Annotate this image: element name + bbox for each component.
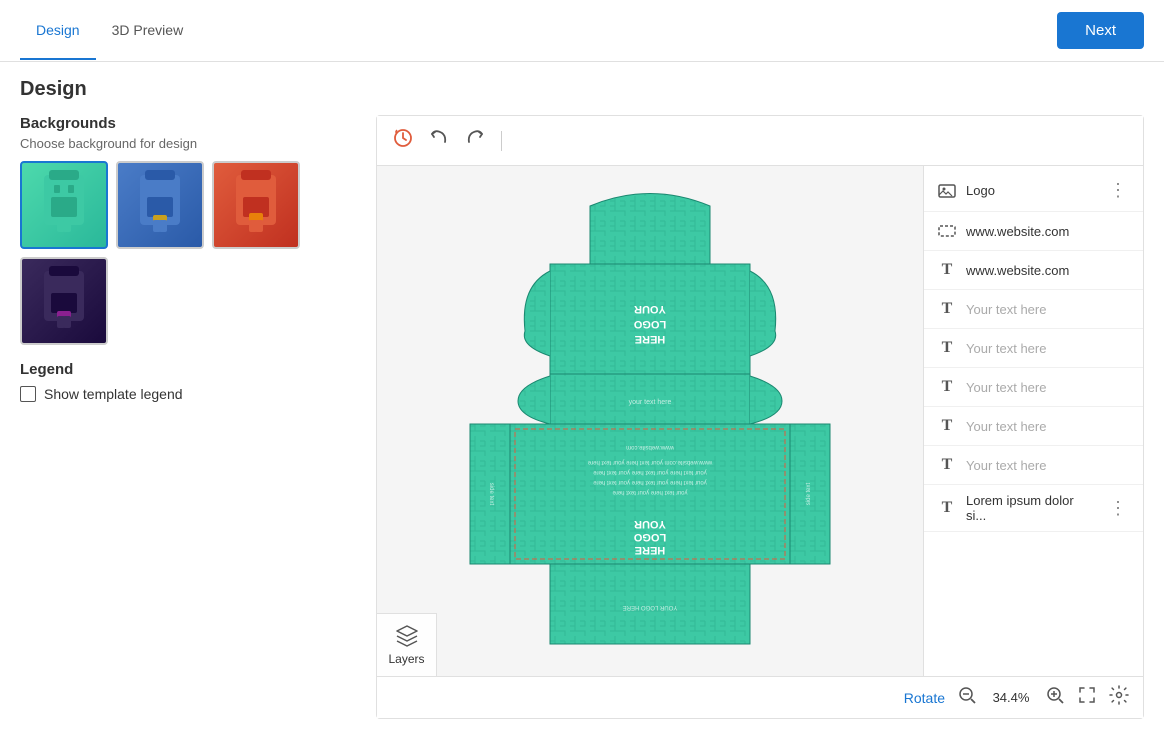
toolbar-divider <box>501 131 502 151</box>
dashed-rect-icon <box>936 220 958 242</box>
svg-text:your text here your text here: your text here your text here your text … <box>593 479 707 485</box>
svg-text:HERE: HERE <box>635 544 666 556</box>
rotate-button[interactable]: Rotate <box>904 690 945 706</box>
svg-text:your text here: your text here <box>629 399 672 406</box>
canvas-bottom: Rotate 34.4% <box>377 676 1143 718</box>
layer-label-text5: Your text here <box>966 458 1131 473</box>
layers-button[interactable]: Layers <box>377 613 437 676</box>
layer-label-website-dashed: www.website.com <box>966 224 1131 239</box>
fullscreen-button[interactable] <box>1077 685 1097 710</box>
layer-item-text2[interactable]: T Your text here <box>924 329 1143 368</box>
layer-label-text1: Your text here <box>966 302 1131 317</box>
text-type-icon-2: T <box>936 298 958 320</box>
zoom-level-display: 34.4% <box>989 690 1033 705</box>
backgrounds-subtitle: Choose background for design <box>20 136 360 151</box>
layer-item-logo[interactable]: Logo ⋮ <box>924 170 1143 212</box>
layer-item-text5[interactable]: T Your text here <box>924 446 1143 485</box>
bg-thumb-svg-4 <box>29 261 99 341</box>
svg-text:YOUR: YOUR <box>634 303 666 315</box>
text-type-icon-1: T <box>936 259 958 281</box>
undo-button[interactable] <box>425 124 453 157</box>
text-type-icon-3: T <box>936 337 958 359</box>
history-icon <box>393 128 413 148</box>
layer-item-website-text[interactable]: T www.website.com <box>924 251 1143 290</box>
svg-text:www.website.com: www.website.com <box>626 444 675 450</box>
tab-design[interactable]: Design <box>20 2 96 60</box>
t-icon-1: T <box>942 261 953 279</box>
layer-item-text4[interactable]: T Your text here <box>924 407 1143 446</box>
image-icon <box>936 180 958 202</box>
background-option-red[interactable] <box>212 161 300 249</box>
zoom-in-button[interactable] <box>1045 685 1065 710</box>
right-panel: Logo ⋮ www.website.com <box>923 166 1143 676</box>
backgrounds-title: Backgrounds <box>20 115 360 132</box>
layer-label-lorem: Lorem ipsum dolor si... <box>966 493 1097 523</box>
layer-item-lorem[interactable]: T Lorem ipsum dolor si... ⋮ <box>924 485 1143 532</box>
layer-item-text1[interactable]: T Your text here <box>924 290 1143 329</box>
layers-icon <box>395 624 419 648</box>
sidebar: Backgrounds Choose background for design <box>20 115 360 719</box>
svg-text:side text: side text <box>806 483 812 506</box>
redo-icon <box>465 128 485 148</box>
history-button[interactable] <box>389 124 417 157</box>
layer-item-text3[interactable]: T Your text here <box>924 368 1143 407</box>
text-type-icon-5: T <box>936 415 958 437</box>
undo-icon <box>429 128 449 148</box>
settings-button[interactable] <box>1109 685 1129 710</box>
legend-row: Show template legend <box>20 386 360 402</box>
bg-thumb-svg-2 <box>125 165 195 245</box>
svg-text:LOGO: LOGO <box>633 318 666 330</box>
package-svg: YOUR LOGO HERE your text here <box>450 176 850 666</box>
layers-label: Layers <box>388 652 424 666</box>
zoom-out-icon <box>957 685 977 705</box>
background-option-blue[interactable] <box>116 161 204 249</box>
page-title: Design <box>20 78 1144 101</box>
layer-label-text3: Your text here <box>966 380 1131 395</box>
text-type-icon-6: T <box>936 454 958 476</box>
bg-thumb-svg-1 <box>29 165 99 245</box>
svg-text:HERE: HERE <box>635 333 666 345</box>
layer-label-text4: Your text here <box>966 419 1131 434</box>
bg-thumb-svg-3 <box>221 165 291 245</box>
zoom-in-icon <box>1045 685 1065 705</box>
svg-text:YOUR: YOUR <box>634 518 666 530</box>
svg-text:your text here your text here: your text here your text here your text … <box>593 469 707 475</box>
canvas-toolbar <box>377 116 1143 166</box>
layer-more-logo[interactable]: ⋮ <box>1105 178 1131 203</box>
dashed-box-icon <box>937 221 957 241</box>
background-options <box>20 161 360 345</box>
redo-button[interactable] <box>461 124 489 157</box>
svg-text:www.website.com your text here: www.website.com your text here your text… <box>587 459 713 465</box>
legend-title: Legend <box>20 361 360 378</box>
tab-3d-preview[interactable]: 3D Preview <box>96 2 200 60</box>
svg-text:side text: side text <box>488 483 494 506</box>
legend-label: Show template legend <box>44 386 183 402</box>
canvas-main[interactable]: YOUR LOGO HERE your text here <box>377 166 923 676</box>
zoom-out-button[interactable] <box>957 685 977 710</box>
svg-text:your text here your text here: your text here your text here <box>612 489 688 495</box>
next-button[interactable]: Next <box>1057 12 1144 49</box>
background-option-teal[interactable] <box>20 161 108 249</box>
legend-section: Legend Show template legend <box>20 361 360 402</box>
background-option-dark[interactable] <box>20 257 108 345</box>
svg-text:YOUR LOGO HERE: YOUR LOGO HERE <box>623 604 678 610</box>
layer-label-logo: Logo <box>966 183 1097 198</box>
tab-bar: Design 3D Preview <box>20 2 199 59</box>
settings-icon <box>1109 685 1129 705</box>
logo-image-icon <box>937 181 957 201</box>
text-type-icon-7: T <box>936 497 958 519</box>
layer-more-lorem[interactable]: ⋮ <box>1105 496 1131 521</box>
svg-text:LOGO: LOGO <box>633 531 666 543</box>
canvas-area: YOUR LOGO HERE your text here <box>376 115 1144 719</box>
layer-label-text2: Your text here <box>966 341 1131 356</box>
canvas-body: YOUR LOGO HERE your text here <box>377 166 1143 676</box>
legend-checkbox[interactable] <box>20 386 36 402</box>
layer-label-website-text: www.website.com <box>966 263 1131 278</box>
text-type-icon-4: T <box>936 376 958 398</box>
fullscreen-icon <box>1077 685 1097 705</box>
layer-item-website-dashed[interactable]: www.website.com <box>924 212 1143 251</box>
